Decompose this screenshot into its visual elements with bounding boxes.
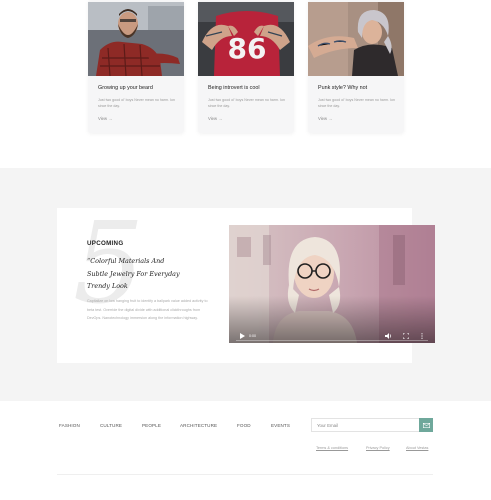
- card-image-tattooed-hands[interactable]: 86: [198, 2, 294, 76]
- site-footer: FASHION CULTURE PEOPLE ARCHITECTURE FOOD…: [0, 401, 491, 500]
- card-image-bearded-man[interactable]: [88, 2, 184, 76]
- play-icon[interactable]: [238, 332, 246, 340]
- fullscreen-icon[interactable]: [402, 332, 410, 340]
- svg-text:86: 86: [228, 32, 267, 65]
- video-time: 0:00: [249, 334, 256, 338]
- upcoming-panel: 5 UPCOMING “Colorful Materials And Subtl…: [57, 208, 435, 363]
- card-excerpt: Just two good ol' boys Never mean no har…: [318, 98, 395, 108]
- blog-card[interactable]: Growing up your beard Just two good ol' …: [88, 0, 184, 133]
- footer-nav-fashion[interactable]: FASHION: [59, 423, 80, 428]
- card-excerpt: Just two good ol' boys Never mean no har…: [208, 98, 285, 108]
- card-view-link[interactable]: View →: [318, 116, 332, 121]
- video-poster-image: [229, 225, 435, 343]
- card-title[interactable]: Punk style? Why not: [318, 85, 367, 91]
- footer-divider: [57, 474, 433, 475]
- blog-cards-row: Growing up your beard Just two good ol' …: [0, 0, 491, 168]
- terms-link[interactable]: Terms & conditions: [316, 446, 348, 450]
- blog-card[interactable]: Punk style? Why not Just two good ol' bo…: [308, 0, 404, 133]
- envelope-icon: [422, 422, 430, 428]
- card-excerpt: Just two good ol' boys Never mean no har…: [98, 98, 175, 108]
- upcoming-section: 5 UPCOMING “Colorful Materials And Subtl…: [0, 168, 491, 401]
- footer-nav-architecture[interactable]: ARCHITECTURE: [180, 423, 217, 428]
- card-title[interactable]: Being introvert is cool: [208, 85, 260, 91]
- card-image-punk-woman[interactable]: [308, 2, 404, 76]
- upcoming-heading: UPCOMING: [87, 240, 124, 247]
- video-progress-bar[interactable]: [236, 340, 428, 341]
- video-player[interactable]: 0:00: [229, 225, 435, 343]
- more-options-icon[interactable]: [418, 332, 426, 340]
- email-input[interactable]: [317, 421, 417, 429]
- footer-nav-people[interactable]: PEOPLE: [142, 423, 161, 428]
- card-view-link[interactable]: View →: [98, 116, 112, 121]
- card-view-link[interactable]: View →: [208, 116, 222, 121]
- volume-icon[interactable]: [384, 332, 392, 340]
- about-link[interactable]: About Vestas: [406, 446, 428, 450]
- upcoming-description: Capitalize on low hanging fruit to ident…: [87, 299, 208, 320]
- card-title[interactable]: Growing up your beard: [98, 85, 153, 91]
- footer-nav-food[interactable]: FOOD: [237, 423, 251, 428]
- blog-card[interactable]: 86 Being introvert is cool Just two good…: [198, 0, 294, 133]
- newsletter-form: [311, 418, 433, 432]
- subscribe-button[interactable]: [419, 418, 433, 432]
- video-controls: 0:00: [229, 329, 435, 343]
- privacy-policy-link[interactable]: Privacy Policy: [366, 446, 390, 450]
- upcoming-quote: “Colorful Materials And Subtle Jewelry F…: [87, 257, 180, 290]
- footer-nav-culture[interactable]: CULTURE: [100, 423, 122, 428]
- footer-nav-events[interactable]: EVENTS: [271, 423, 290, 428]
